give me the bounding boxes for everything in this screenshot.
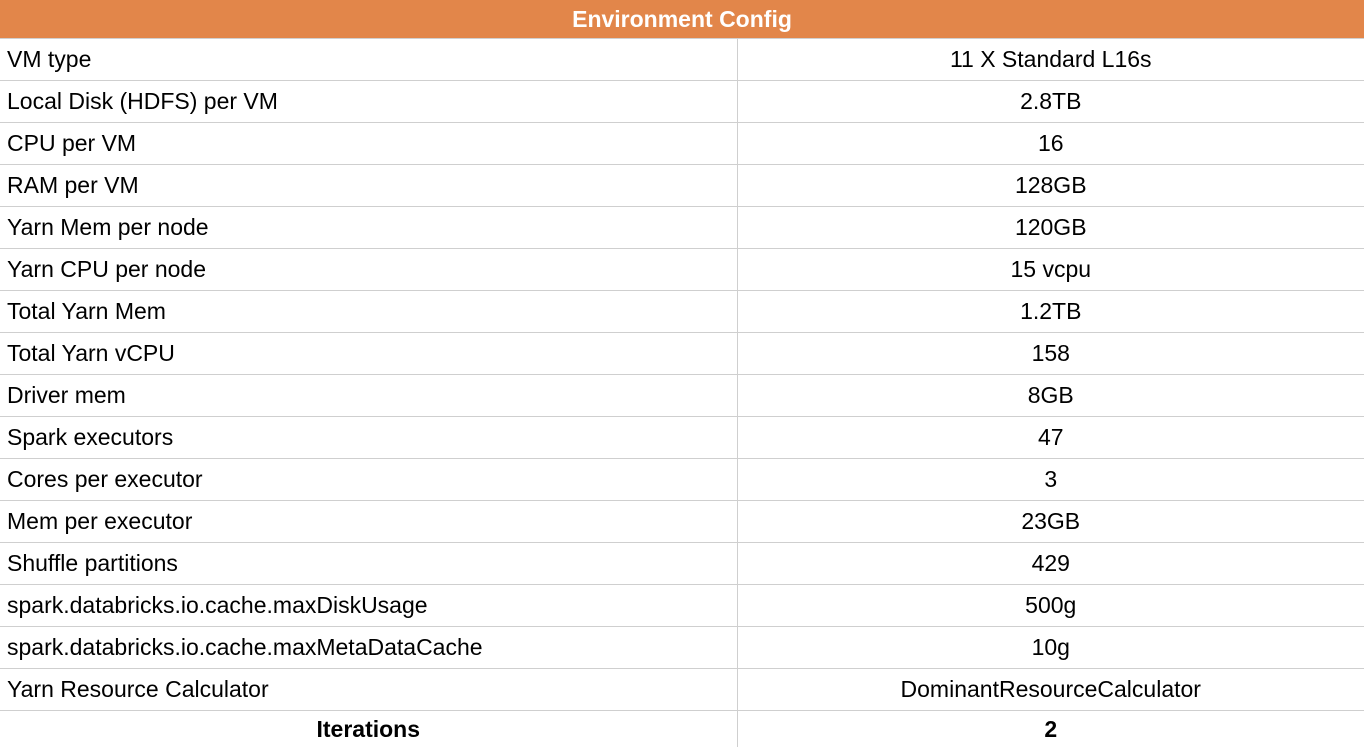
row-label: VM type (0, 38, 738, 81)
table-header-row: Environment Config (0, 0, 1364, 39)
row-value: 47 (737, 416, 1364, 459)
table-body: VM type 11 X Standard L16s Local Disk (HDF… (0, 38, 1364, 711)
table-row: Total Yarn vCPU 158 (0, 332, 1364, 375)
row-label: Yarn CPU per node (0, 248, 738, 291)
row-label: spark.databricks.io.cache.maxMetaDataCac… (0, 626, 738, 669)
row-label: Yarn Mem per node (0, 206, 738, 249)
row-value: 11 X Standard L16s (737, 38, 1364, 81)
table-title: Environment Config (0, 0, 1364, 39)
table-row: spark.databricks.io.cache.maxMetaDataCac… (0, 626, 1364, 669)
row-label: spark.databricks.io.cache.maxDiskUsage (0, 584, 738, 627)
row-label: Spark executors (0, 416, 738, 459)
table-row: VM type 11 X Standard L16s (0, 38, 1364, 81)
row-label: Local Disk (HDFS) per VM (0, 80, 738, 123)
row-label: RAM per VM (0, 164, 738, 207)
row-label: Total Yarn Mem (0, 290, 738, 333)
row-value: 8GB (737, 374, 1364, 417)
row-label: Total Yarn vCPU (0, 332, 738, 375)
row-value: 429 (737, 542, 1364, 585)
environment-config-table: Environment Config VM type 11 X Standard … (0, 0, 1364, 747)
row-label: Shuffle partitions (0, 542, 738, 585)
iterations-value: 2 (1044, 715, 1058, 742)
table-row: Yarn Resource Calculator DominantResource… (0, 668, 1364, 711)
table-row: Driver mem 8GB (0, 374, 1364, 417)
row-value: 500g (737, 584, 1364, 627)
table-row: Shuffle partitions 429 (0, 542, 1364, 585)
table-row: spark.databricks.io.cache.maxDiskUsage 50… (0, 584, 1364, 627)
table-row: Local Disk (HDFS) per VM 2.8TB (0, 80, 1364, 123)
row-value: 2.8TB (737, 80, 1364, 123)
table-row: Total Yarn Mem 1.2TB (0, 290, 1364, 333)
table-row: Cores per executor 3 (0, 458, 1364, 501)
row-value: 128GB (737, 164, 1364, 207)
row-value: 158 (737, 332, 1364, 375)
row-label: Yarn Resource Calculator (0, 668, 738, 711)
table-row: Spark executors 47 (0, 416, 1364, 459)
row-value: DominantResourceCalculator (737, 668, 1364, 711)
iterations-row: Iterations 2 (0, 710, 1364, 747)
row-label: Mem per executor (0, 500, 738, 543)
row-label: CPU per VM (0, 122, 738, 165)
row-value: 10g (737, 626, 1364, 669)
row-value: 1.2TB (737, 290, 1364, 333)
row-value: 3 (737, 458, 1364, 501)
table-row: Mem per executor 23GB (0, 500, 1364, 543)
row-value: 15 vcpu (737, 248, 1364, 291)
row-value: 16 (737, 122, 1364, 165)
table-row: Yarn Mem per node 120GB (0, 206, 1364, 249)
row-label: Cores per executor (0, 458, 738, 501)
row-label: Driver mem (0, 374, 738, 417)
iterations-label: Iterations (0, 710, 738, 747)
table-row: RAM per VM 128GB (0, 164, 1364, 207)
table-row: Yarn CPU per node 15 vcpu (0, 248, 1364, 291)
row-value: 23GB (737, 500, 1364, 543)
table-row: CPU per VM 16 (0, 122, 1364, 165)
row-value: 120GB (737, 206, 1364, 249)
